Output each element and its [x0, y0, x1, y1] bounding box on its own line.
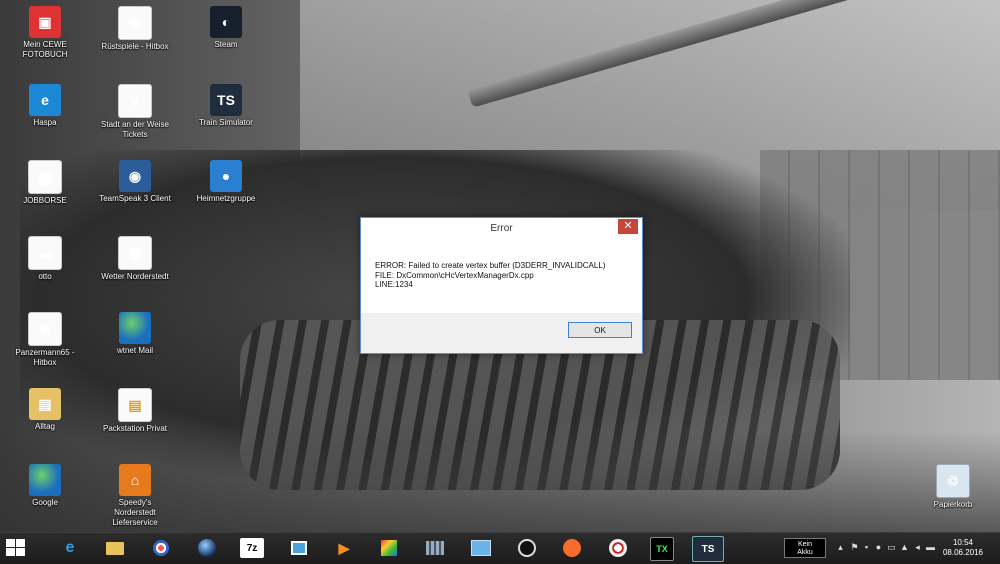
taskbar-media-player-icon[interactable]: ▶: [331, 536, 357, 560]
taskbar-remote-desktop-icon[interactable]: [468, 536, 494, 560]
taskbar-paint-brush-icon[interactable]: [376, 536, 402, 560]
taskbar: e 7z ▶ TX TS Kein Akku ▴ ⚑ ▪ ● ▭ ▲ ◂ ▬ 1…: [0, 532, 1000, 564]
desktop-icon-jobborse[interactable]: ⬤ JOBBORSE: [7, 160, 83, 206]
battery-indicator[interactable]: Kein Akku: [784, 538, 826, 558]
desktop-icon-stadt-tickets[interactable]: V Stadt an der Weise Tickets: [97, 84, 173, 140]
taskbar-opentx-icon[interactable]: TX: [650, 537, 674, 561]
network-icon[interactable]: ▪: [862, 543, 871, 552]
pdf-document-icon: ▬: [28, 236, 62, 270]
taskbar-paint-icon[interactable]: [148, 536, 174, 560]
close-button[interactable]: ✕: [618, 219, 638, 234]
train-simulator-icon: TS: [210, 84, 242, 116]
taskbar-7zip-icon[interactable]: 7z: [240, 538, 264, 558]
desktop-icon-haspa[interactable]: e Haspa: [7, 84, 83, 128]
folder-icon: ▤: [29, 388, 61, 420]
taskbar-origin-icon[interactable]: [559, 536, 585, 560]
android-document-icon: ✱: [118, 6, 152, 40]
keyboard-icon[interactable]: ▬: [926, 543, 935, 552]
document-icon: ▦: [118, 236, 152, 270]
teamspeak-icon: ◉: [119, 160, 151, 192]
error-message-line: ERROR: Failed to create vertex buffer (D…: [375, 261, 606, 270]
globe-icon: [119, 312, 151, 344]
globe-icon: [29, 464, 61, 496]
taskbar-train-simulator-icon[interactable]: TS: [692, 536, 724, 562]
action-center-flag-icon[interactable]: ⚑: [850, 543, 859, 552]
desktop-icon-google[interactable]: Google: [7, 464, 83, 508]
volume-icon[interactable]: ◂: [913, 543, 922, 552]
taskbar-photos-icon[interactable]: [286, 536, 312, 560]
pdf-document-icon: ⬤: [28, 160, 62, 194]
error-line-number: LINE:1234: [375, 280, 413, 289]
homegroup-icon: ●: [210, 160, 242, 192]
desktop-icon-ruestspiele[interactable]: ✱ Rüstspiele - Hitbox: [97, 6, 173, 52]
wifi-signal-icon[interactable]: ▲: [900, 543, 909, 552]
dialog-message: ERROR: Failed to create vertex buffer (D…: [361, 240, 642, 311]
desktop-icon-teamspeak[interactable]: ◉ TeamSpeak 3 Client: [97, 160, 173, 204]
desktop-icon-cewe-fotobuch[interactable]: ▣ Mein CEWE FOTOBUCH: [7, 6, 83, 60]
recycle-bin-icon: ♲: [936, 464, 970, 498]
dialog-title: Error: [490, 223, 513, 234]
desktop-icon-train-simulator[interactable]: TS Train Simulator: [188, 84, 264, 128]
windows-logo-icon: [6, 539, 15, 547]
v-document-icon: V: [118, 84, 152, 118]
desktop-icon-speedys[interactable]: ⌂ Speedy's Norderstedt Lieferservice: [97, 464, 173, 528]
steam-icon: ◐: [210, 6, 242, 38]
document-icon: ▤: [118, 388, 152, 422]
taskbar-compass-icon[interactable]: [605, 536, 631, 560]
desktop-icon-heimnetzgruppe[interactable]: ● Heimnetzgruppe: [188, 160, 264, 204]
taskbar-obs-icon[interactable]: [514, 536, 540, 560]
desktop-icon-wetter[interactable]: ▦ Wetter Norderstedt: [97, 236, 173, 282]
android-document-icon: ✱: [28, 312, 62, 346]
show-hidden-icons-icon[interactable]: ▴: [836, 543, 845, 552]
desktop-icon-otto[interactable]: ▬ otto: [7, 236, 83, 282]
clock-time: 10:54: [952, 538, 974, 547]
dialog-footer: OK: [361, 313, 642, 353]
desktop-icon-papierkorb[interactable]: ♲ Papierkorb: [915, 464, 991, 510]
ok-button[interactable]: OK: [568, 322, 632, 338]
desktop-icon-steam[interactable]: ◐ Steam: [188, 6, 264, 50]
internet-explorer-icon: e: [29, 84, 61, 116]
taskbar-clock[interactable]: 10:54 08.06.2016: [938, 538, 988, 558]
desktop-icon-panzermann[interactable]: ✱ Panzermann65 - Hitbox: [7, 312, 83, 368]
error-dialog: Error ✕ ERROR: Failed to create vertex b…: [360, 217, 643, 354]
food-delivery-icon: ⌂: [119, 464, 151, 496]
taskbar-internet-explorer-icon[interactable]: e: [57, 536, 83, 560]
clock-date: 08.06.2016: [942, 548, 984, 557]
error-file-line: FILE: DxCommon\cHcVertexManagerDx.cpp: [375, 270, 534, 280]
display-icon[interactable]: ▭: [887, 543, 896, 552]
desktop-icon-wtnet-mail[interactable]: wtnet Mail: [97, 312, 173, 356]
taskbar-network-monitor-icon[interactable]: [422, 536, 448, 560]
steam-tray-icon[interactable]: ●: [874, 543, 883, 552]
photobook-icon: ▣: [29, 6, 61, 38]
taskbar-google-earth-icon[interactable]: [194, 536, 220, 560]
taskbar-file-explorer-icon[interactable]: [102, 536, 128, 560]
start-button[interactable]: [6, 539, 26, 557]
dialog-titlebar[interactable]: Error ✕: [361, 218, 642, 240]
desktop-icon-alltag[interactable]: ▤ Alltag: [7, 388, 83, 432]
desktop-icon-packstation[interactable]: ▤ Packstation Privat: [97, 388, 173, 434]
